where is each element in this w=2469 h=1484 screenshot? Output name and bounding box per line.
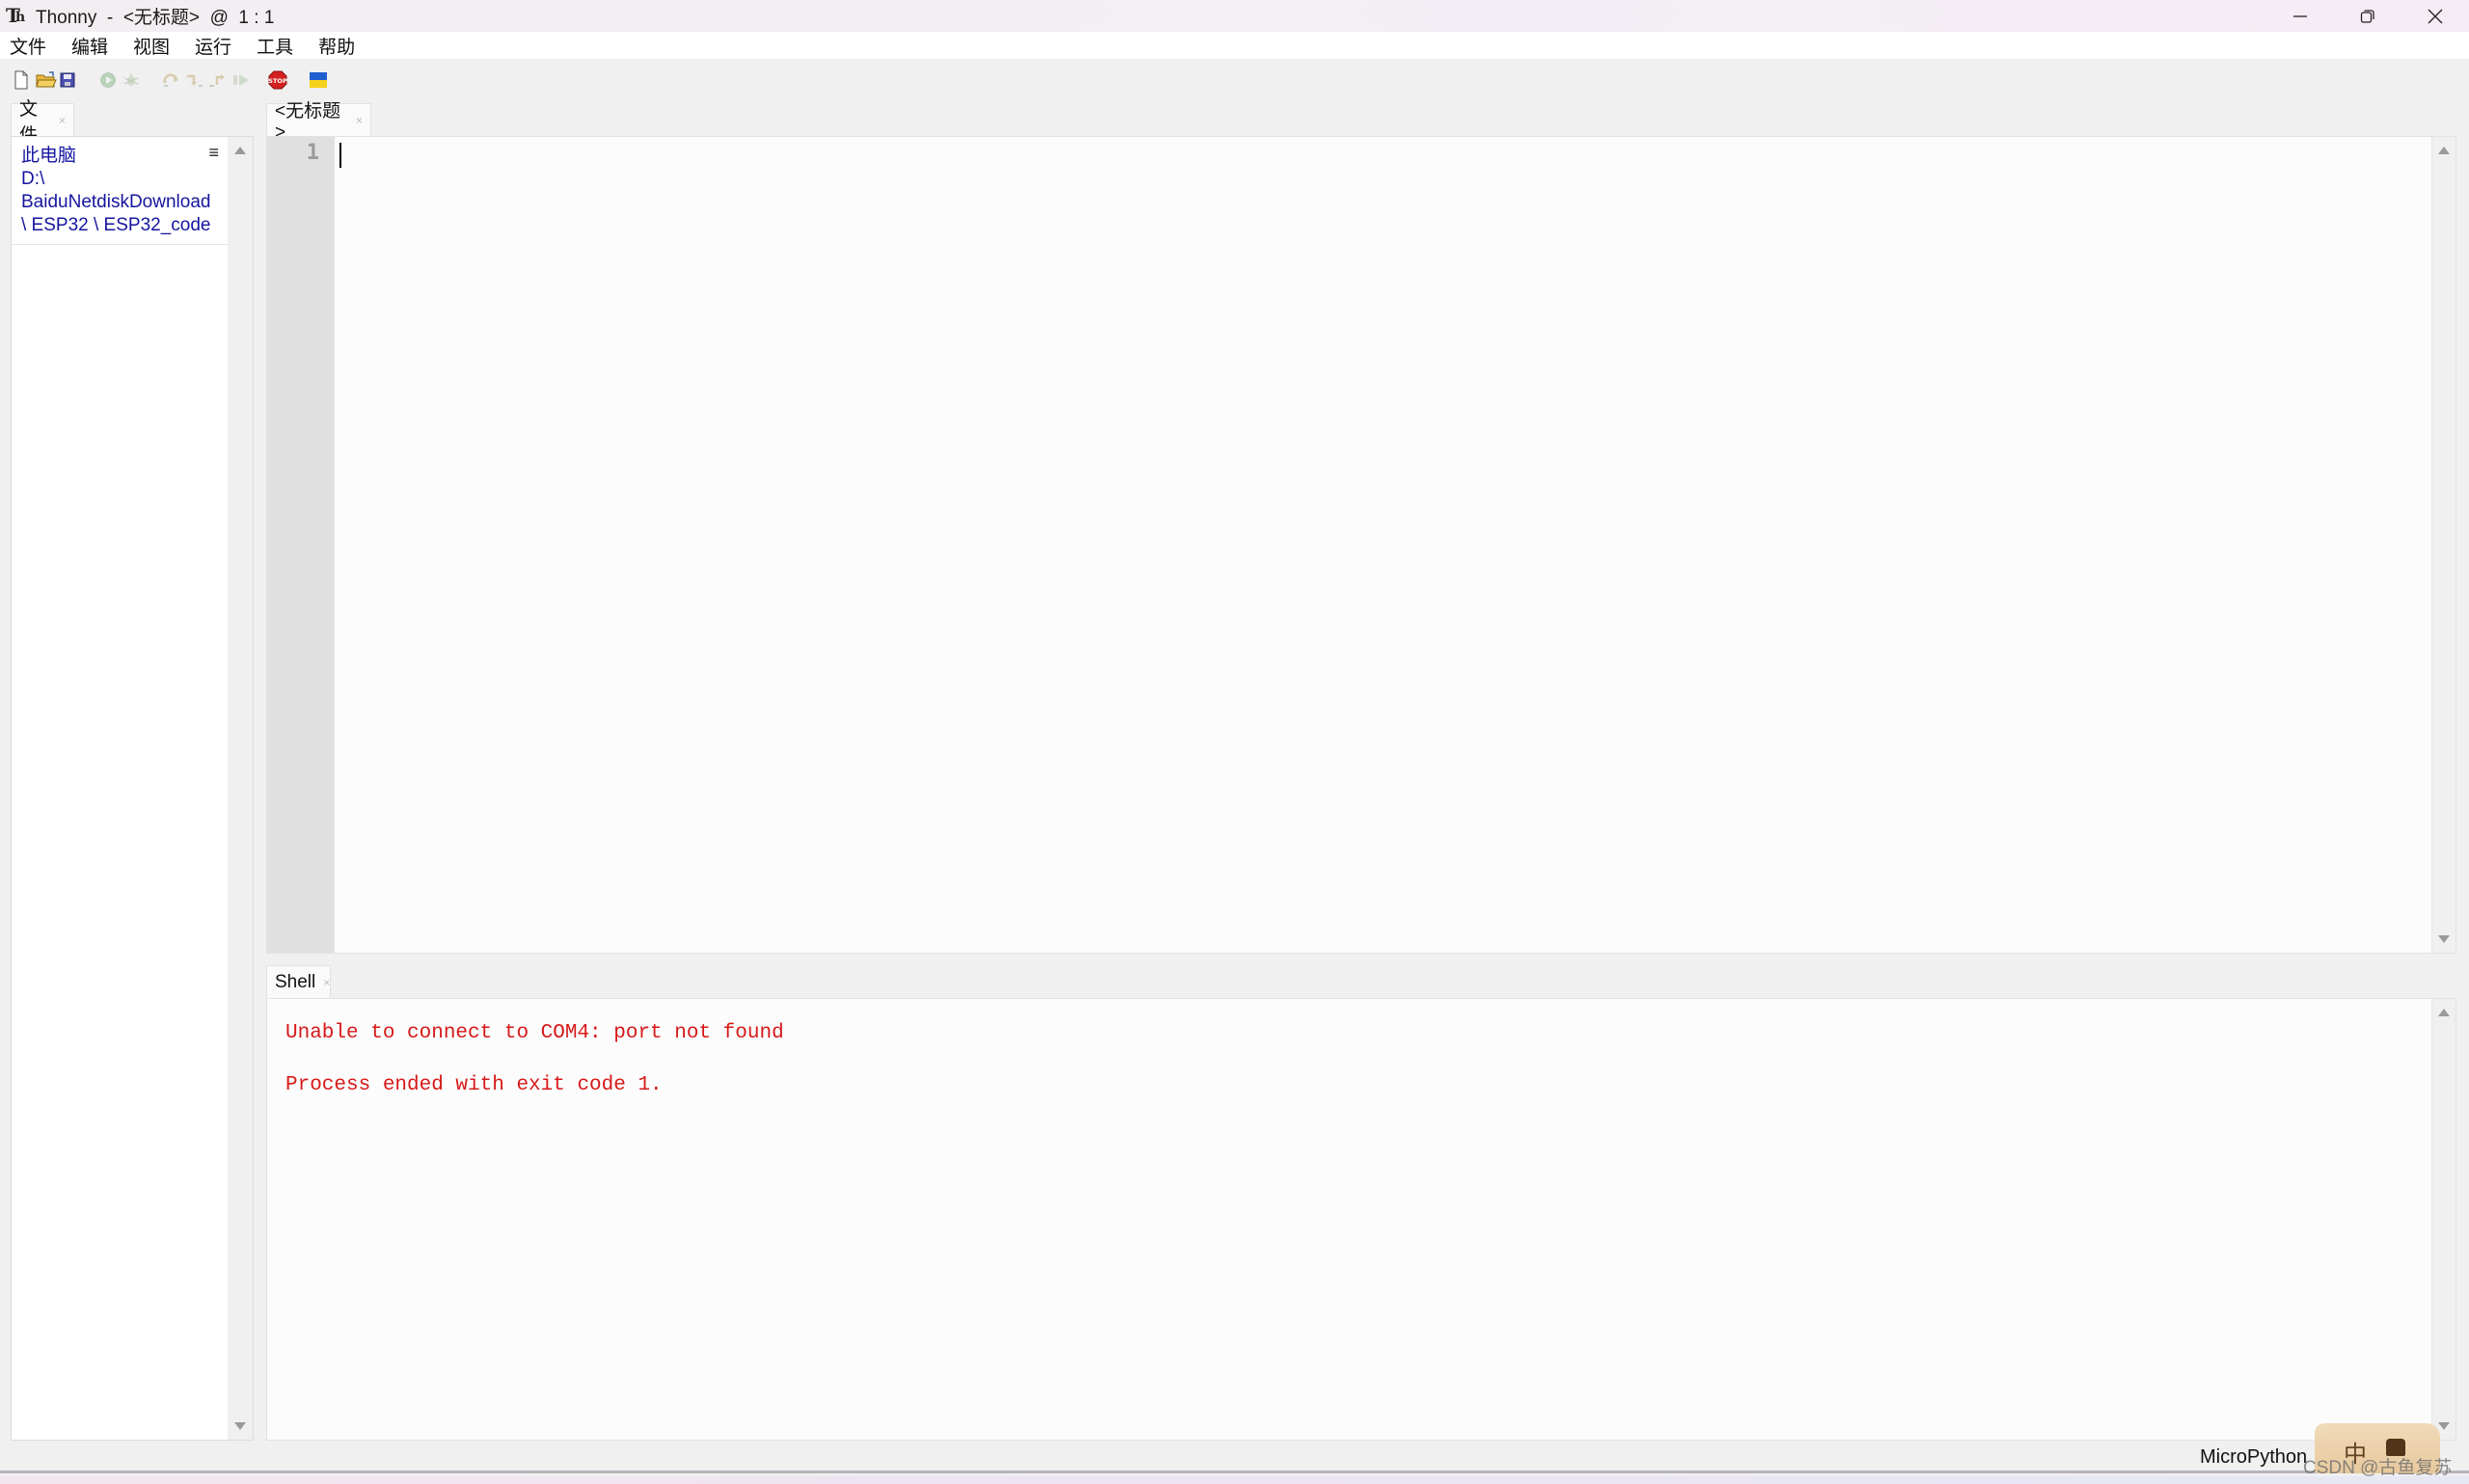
shell-error-line: Process ended with exit code 1. [285, 1074, 663, 1096]
menu-edit[interactable]: 编辑 [69, 33, 110, 59]
run-button[interactable] [96, 68, 120, 92]
close-icon [2428, 9, 2443, 23]
tab-files[interactable]: 文件 × [11, 99, 74, 146]
tab-shell-label: Shell [275, 971, 316, 992]
path-segment-folder[interactable]: BaiduNetdiskDownload [21, 191, 229, 214]
tab-shell[interactable]: Shell × [266, 965, 331, 998]
current-path: 此电脑 D:\ BaiduNetdiskDownload \ ESP32 \ E… [12, 137, 229, 245]
code-editor[interactable]: 1 [266, 136, 2456, 954]
tab-untitled[interactable]: <无标题> × [266, 101, 371, 143]
path-segment-this-pc[interactable]: 此电脑 [21, 145, 229, 168]
close-icon[interactable]: × [59, 114, 66, 127]
debug-button[interactable] [120, 68, 143, 92]
path-segment-subfolders[interactable]: \ ESP32 \ ESP32_code [21, 214, 229, 237]
new-file-button[interactable] [10, 68, 33, 92]
menu-help[interactable]: 帮助 [316, 33, 357, 59]
status-bar: MicroPython [0, 1441, 2469, 1473]
resume-button[interactable] [230, 68, 253, 92]
desktop-strip [0, 1476, 2469, 1484]
shell-scrollbar[interactable] [2431, 999, 2455, 1440]
restore-button[interactable] [2334, 0, 2401, 32]
scroll-down-icon[interactable] [2438, 935, 2450, 943]
files-scrollbar[interactable] [228, 137, 253, 1440]
title-bar: Th Thonny - <无标题> @ 1 : 1 [0, 0, 2469, 32]
scroll-down-icon[interactable] [2438, 1422, 2450, 1430]
stop-sign-icon: STOP [268, 70, 287, 90]
step-out-button[interactable] [206, 68, 230, 92]
menu-file[interactable]: 文件 [8, 33, 48, 59]
open-folder-icon [36, 71, 57, 88]
minimize-icon [2293, 14, 2307, 17]
save-disk-icon [60, 72, 75, 88]
window-title: Thonny - <无标题> @ 1 : 1 [36, 8, 275, 28]
close-icon[interactable]: × [356, 114, 363, 127]
toolbar: STOP [0, 59, 2469, 103]
shell-console[interactable]: Unable to connect to COM4: port not foun… [266, 998, 2456, 1441]
ukraine-flag-icon [310, 72, 327, 88]
close-icon[interactable]: × [323, 976, 330, 989]
menu-bar: 文件 编辑 视图 运行 工具 帮助 [0, 32, 2469, 59]
path-segment-drive[interactable]: D:\ [21, 168, 229, 191]
interpreter-selector[interactable]: MicroPython [2200, 1446, 2307, 1469]
scroll-up-icon[interactable] [2438, 147, 2450, 154]
scroll-up-icon[interactable] [2438, 1009, 2450, 1016]
shell-error-line: Unable to connect to COM4: port not foun… [285, 1022, 784, 1044]
file-browser: 此电脑 D:\ BaiduNetdiskDownload \ ESP32 \ E… [12, 137, 229, 1440]
watermark: CSDN @古鱼复苏 [2303, 1458, 2453, 1478]
editor-scrollbar[interactable] [2431, 137, 2455, 953]
run-play-icon [100, 72, 116, 88]
step-into-icon [187, 74, 203, 87]
step-over-icon [163, 73, 178, 87]
svg-text:STOP: STOP [268, 77, 287, 85]
files-panel: 此电脑 D:\ BaiduNetdiskDownload \ ESP32 \ E… [11, 136, 254, 1441]
new-file-icon [14, 70, 28, 90]
menu-tools[interactable]: 工具 [255, 33, 295, 59]
open-file-button[interactable] [35, 68, 58, 92]
scroll-up-icon[interactable] [234, 147, 246, 154]
step-over-button[interactable] [160, 68, 183, 92]
scroll-down-icon[interactable] [234, 1422, 246, 1430]
menu-run[interactable]: 运行 [193, 33, 233, 59]
restore-icon [2360, 9, 2374, 23]
ukraine-support-button[interactable] [307, 68, 330, 92]
line-number-gutter: 1 [267, 137, 335, 953]
stop-button[interactable]: STOP [266, 68, 289, 92]
thonny-logo-icon: Th [6, 3, 26, 27]
text-cursor [339, 143, 341, 168]
minimize-button[interactable] [2266, 0, 2334, 32]
close-window-button[interactable] [2401, 0, 2469, 32]
hamburger-menu-icon[interactable]: ≡ [208, 143, 219, 163]
step-into-button[interactable] [183, 68, 206, 92]
save-file-button[interactable] [56, 68, 79, 92]
line-number: 1 [306, 141, 319, 165]
step-out-icon [209, 74, 225, 87]
menu-view[interactable]: 视图 [131, 33, 172, 59]
bug-icon [123, 73, 139, 86]
resume-icon [233, 74, 249, 86]
